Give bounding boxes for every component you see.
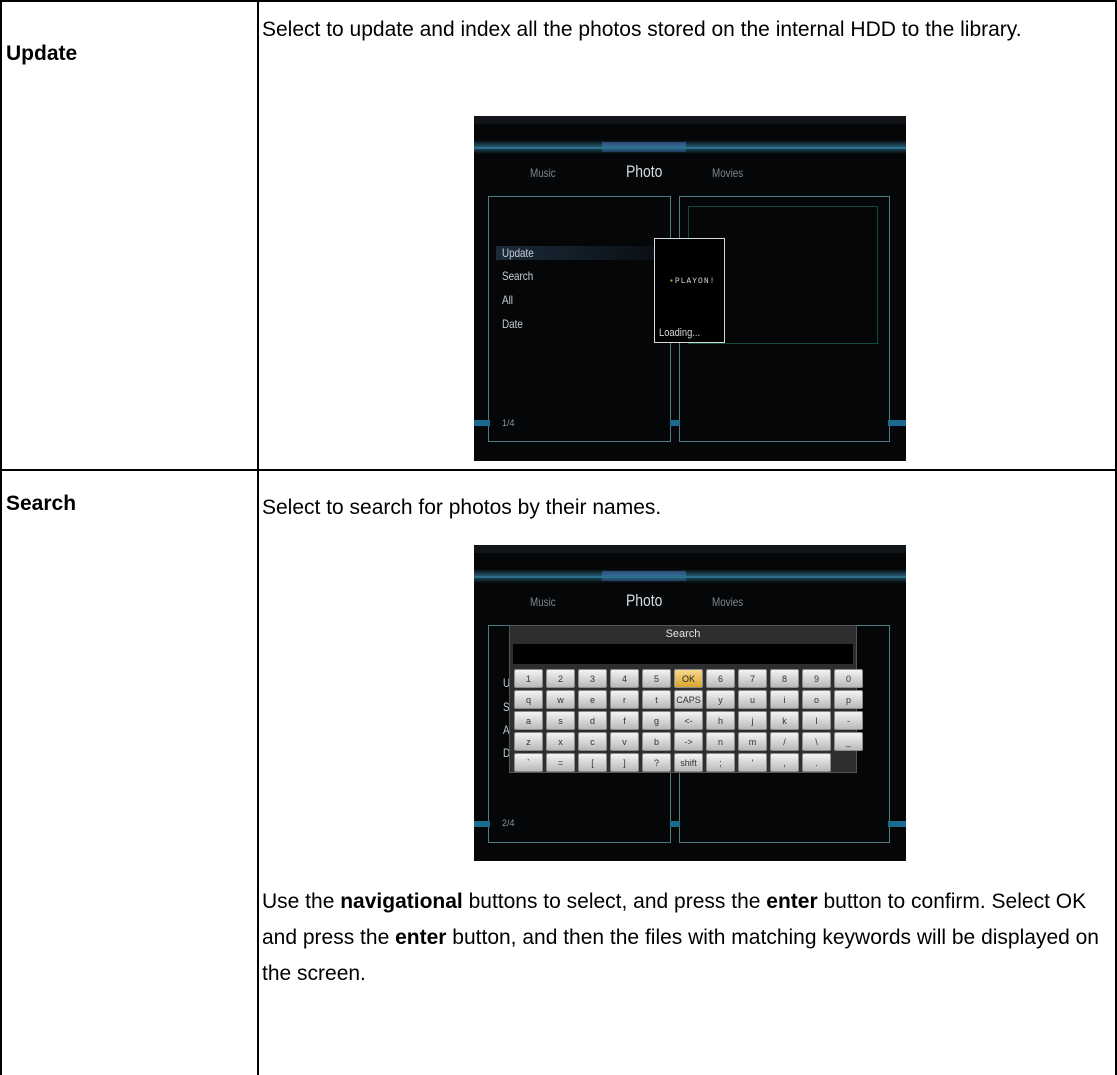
key[interactable]: ;	[706, 753, 735, 772]
key[interactable]: v	[610, 732, 639, 751]
tab-movies[interactable]: Movies	[712, 166, 743, 180]
term-update: Update	[6, 42, 78, 65]
menu-item-all[interactable]: All	[502, 293, 513, 307]
keyboard-row: q w e r t CAPS y u i o p	[514, 690, 863, 709]
key[interactable]: '	[738, 753, 767, 772]
description-search: Select to search for photos by their nam…	[262, 496, 662, 519]
key[interactable]: j	[738, 711, 767, 730]
loading-dialog: ▪PLAYON! Loading...	[654, 238, 725, 343]
screenshot-search-keyboard: Music Photo Movies U S A D 2/4 Search 1 …	[474, 545, 906, 861]
key[interactable]: s	[546, 711, 575, 730]
key[interactable]: .	[802, 753, 831, 772]
key[interactable]: u	[738, 690, 767, 709]
key[interactable]: n	[706, 732, 735, 751]
table-row-divider	[0, 469, 1117, 471]
tab-movies[interactable]: Movies	[712, 595, 743, 609]
key[interactable]: w	[546, 690, 575, 709]
playon-logo: ▪PLAYON!	[669, 277, 716, 286]
table-border-left	[0, 0, 2, 1075]
tab-photo[interactable]: Photo	[626, 162, 662, 182]
key-forward[interactable]: ->	[674, 732, 703, 751]
search-input[interactable]	[513, 644, 853, 664]
key[interactable]: 9	[802, 669, 831, 688]
key[interactable]: o	[802, 690, 831, 709]
key[interactable]: 8	[770, 669, 799, 688]
keyboard-title: Search	[665, 628, 701, 640]
table-column-divider	[257, 0, 259, 1075]
table-border-top	[0, 0, 1117, 2]
key[interactable]: \	[802, 732, 831, 751]
instructions-bold-navigational: navigational	[340, 890, 463, 913]
key[interactable]: b	[642, 732, 671, 751]
key[interactable]: `	[514, 753, 543, 772]
key[interactable]: ?	[642, 753, 671, 772]
menu-item-search[interactable]: Search	[502, 269, 533, 283]
key[interactable]: m	[738, 732, 767, 751]
loading-text: Loading...	[659, 327, 701, 339]
key-ok-selected[interactable]: OK	[674, 669, 703, 688]
key[interactable]: 3	[578, 669, 607, 688]
page-indicator: 2/4	[502, 818, 515, 828]
key[interactable]: 2	[546, 669, 575, 688]
key-caps[interactable]: CAPS	[674, 690, 703, 709]
key[interactable]: -	[834, 711, 863, 730]
key[interactable]: ]	[610, 753, 639, 772]
key-shift[interactable]: shift	[674, 753, 703, 772]
key[interactable]: 1	[514, 669, 543, 688]
key[interactable]: =	[546, 753, 575, 772]
key[interactable]: a	[514, 711, 543, 730]
key[interactable]: 5	[642, 669, 671, 688]
keyboard-row: ` = [ ] ? shift ; ' , .	[514, 753, 863, 772]
tab-music[interactable]: Music	[530, 166, 556, 180]
tab-music[interactable]: Music	[530, 595, 556, 609]
key[interactable]: x	[546, 732, 575, 751]
keyboard-row: 1 2 3 4 5 OK 6 7 8 9 0	[514, 669, 863, 688]
instructions-bold-enter: enter	[395, 926, 447, 949]
key-backspace[interactable]: <-	[674, 711, 703, 730]
key[interactable]: e	[578, 690, 607, 709]
search-instructions: Use the navigational buttons to select, …	[262, 884, 1102, 992]
keyboard-row: a s d f g <- h j k l -	[514, 711, 863, 730]
instructions-text: buttons to select, and press the	[462, 890, 767, 913]
menu-item-date[interactable]: Date	[502, 317, 523, 331]
key[interactable]: [	[578, 753, 607, 772]
on-screen-keyboard: Search 1 2 3 4 5 OK 6 7 8 9 0 q w e r t …	[509, 625, 863, 773]
key[interactable]: z	[514, 732, 543, 751]
page-indicator: 1/4	[502, 418, 515, 428]
key[interactable]: p	[834, 690, 863, 709]
menu-item-update[interactable]: Update	[502, 246, 534, 260]
keyboard-row: z x c v b -> n m / \ _	[514, 732, 863, 751]
key[interactable]: d	[578, 711, 607, 730]
key[interactable]: ,	[770, 753, 799, 772]
key[interactable]: g	[642, 711, 671, 730]
key[interactable]: 0	[834, 669, 863, 688]
instructions-bold-enter: enter	[766, 890, 818, 913]
key[interactable]: 7	[738, 669, 767, 688]
key[interactable]: h	[706, 711, 735, 730]
key[interactable]: c	[578, 732, 607, 751]
key[interactable]: /	[770, 732, 799, 751]
key[interactable]: 6	[706, 669, 735, 688]
description-update: Select to update and index all the photo…	[262, 18, 1022, 41]
key-empty	[834, 753, 863, 772]
key[interactable]: i	[770, 690, 799, 709]
tab-photo[interactable]: Photo	[626, 591, 662, 611]
key[interactable]: f	[610, 711, 639, 730]
screenshot-update-loading: Music Photo Movies Update Search All Dat…	[474, 116, 906, 461]
key[interactable]: l	[802, 711, 831, 730]
key[interactable]: y	[706, 690, 735, 709]
key[interactable]: r	[610, 690, 639, 709]
key[interactable]: 4	[610, 669, 639, 688]
term-search: Search	[6, 492, 77, 515]
instructions-text: Use the	[262, 890, 341, 913]
key[interactable]: t	[642, 690, 671, 709]
key[interactable]: k	[770, 711, 799, 730]
key[interactable]: q	[514, 690, 543, 709]
key[interactable]: _	[834, 732, 863, 751]
